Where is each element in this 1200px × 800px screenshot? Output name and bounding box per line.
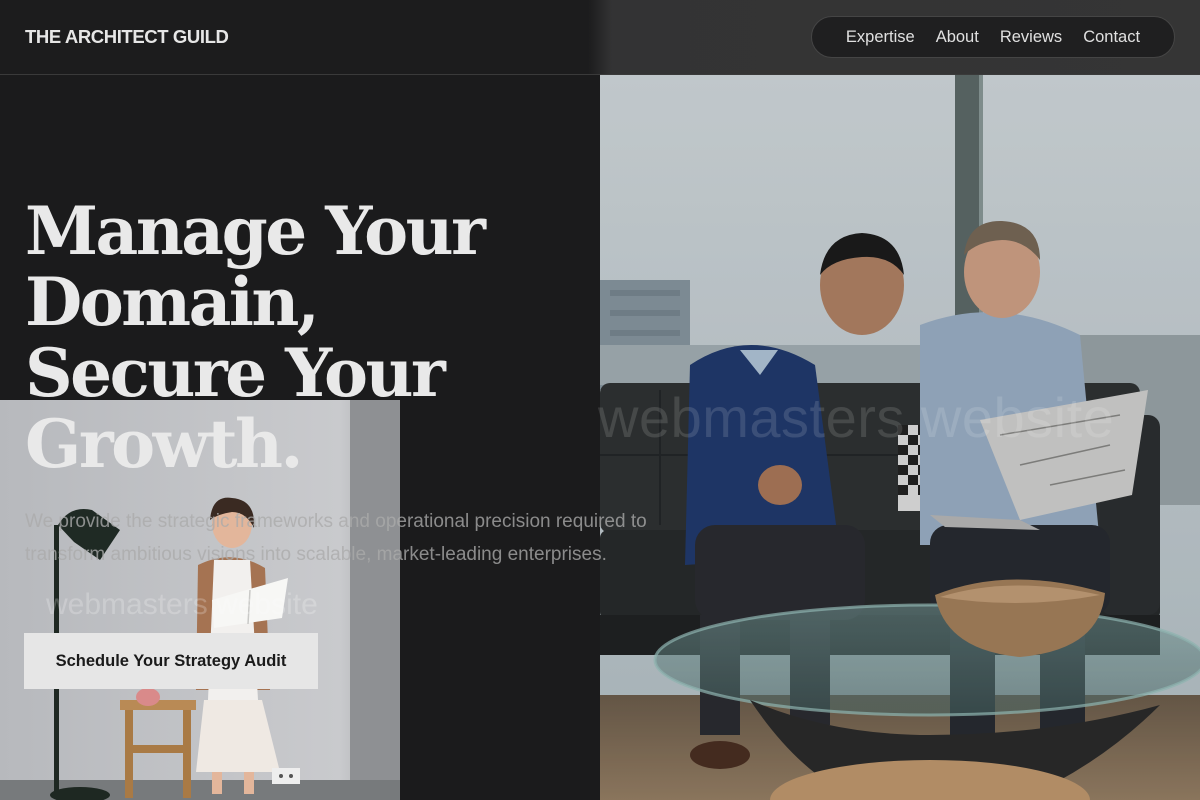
brand-logo[interactable]: THE ARCHITECT GUILD [25,26,229,48]
schedule-audit-button[interactable]: Schedule Your Strategy Audit [24,633,318,689]
nav-link-contact[interactable]: Contact [1083,28,1140,47]
nav-link-about[interactable]: About [936,28,979,47]
hero-title-line-2: Domain, [25,263,320,341]
hero-title: Manage Your Domain, Secure Your Growth. [25,196,585,480]
hero-title-line-4: Growth. [25,405,303,483]
hero-title-line-3: Secure Your [25,334,446,412]
watermark-text: webmasters website [598,386,1115,449]
site-header: THE ARCHITECT GUILD Expertise About Revi… [0,0,1200,75]
watermark-text: webmasters website [46,588,318,621]
nav-link-reviews[interactable]: Reviews [1000,28,1062,47]
hero-subtitle: We provide the strategic frameworks and … [25,511,647,565]
nav-link-expertise[interactable]: Expertise [846,28,915,47]
hero-title-line-1: Manage Your [25,192,486,270]
main-nav: Expertise About Reviews Contact [811,16,1175,58]
